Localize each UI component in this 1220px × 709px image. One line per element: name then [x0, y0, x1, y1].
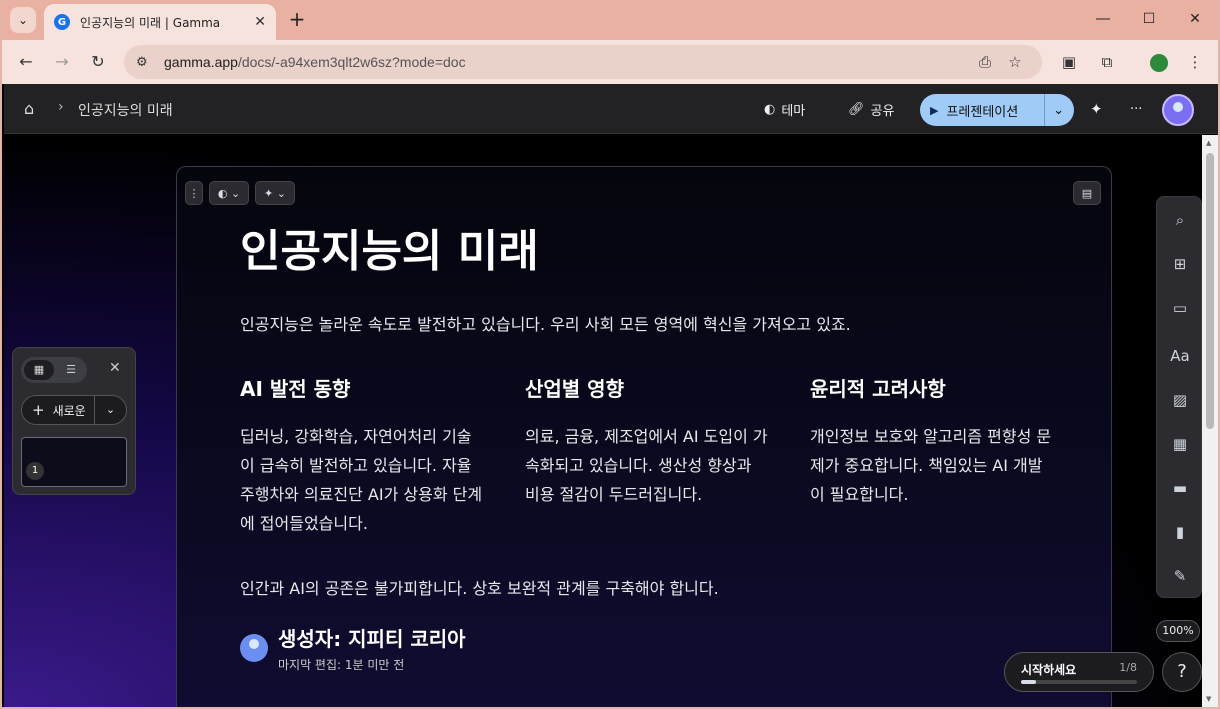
url-text[interactable]: gamma.app/docs/-a94xem3qlt2w6sz?mode=doc: [164, 54, 970, 70]
new-card-label: 새로운: [52, 403, 86, 418]
progress-fill: [1021, 680, 1036, 684]
help-button[interactable]: ?: [1162, 652, 1202, 692]
bookmark-star-icon[interactable]: ☆: [1000, 53, 1030, 71]
doc-canvas: ⋮ ◐ ⌄ ✦ ⌄ ▤ 인공지능의 미래 인공지능은 놀라운 속도로 발전하고 …: [4, 135, 1202, 707]
theme-label: 테마: [781, 103, 806, 119]
minimize-icon[interactable]: ―: [1080, 0, 1126, 38]
share-button[interactable]: 🔗︎ 공유: [848, 98, 894, 120]
progress-bar: [1021, 680, 1137, 684]
closing-text[interactable]: 인간과 AI의 공존은 불가피합니다. 상호 보완적 관계를 구축해야 합니다.: [240, 575, 719, 599]
new-card-button[interactable]: + 새로운 ⌄: [21, 395, 127, 425]
close-window-icon[interactable]: ✕: [1172, 0, 1218, 38]
intro-text[interactable]: 인공지능은 놀라운 속도로 발전하고 있습니다. 우리 사회 모든 영역에 혁신…: [240, 311, 851, 335]
column-body: 개인정보 보호와 알고리즘 편향성 문제가 중요합니다. 책임있는 AI 개발이…: [810, 427, 1052, 504]
column-body: 의료, 금융, 제조업에서 AI 도입이 가속화되고 있습니다. 생산성 향상과…: [525, 427, 768, 504]
card-style-button[interactable]: ◐ ⌄: [209, 181, 249, 205]
maximize-icon[interactable]: ☐: [1126, 0, 1172, 38]
present-button[interactable]: ▶ 프레젠테이션 ⌄: [920, 94, 1074, 126]
edit-form-icon[interactable]: ✎: [1157, 567, 1203, 585]
video-icon[interactable]: ▦: [1157, 435, 1203, 453]
profile-icon[interactable]: [1148, 51, 1170, 73]
thumbnail-view-icon[interactable]: ▦: [24, 360, 54, 380]
back-icon[interactable]: ←: [15, 51, 37, 73]
getting-started-label: 시작하세요: [1021, 663, 1077, 677]
browser-toolbar: ← → ↻ ⚙ gamma.app/docs/-a94xem3qlt2w6sz?…: [2, 40, 1218, 84]
extensions-puzzle-icon[interactable]: ⧉: [1096, 51, 1118, 73]
browser-window: ⌄ G 인공지능의 미래 | Gamma ✕ + ― ☐ ✕ ← → ↻ ⚙ g…: [0, 0, 1220, 709]
layout-icon[interactable]: ▭: [1157, 299, 1203, 317]
column-ai-trends[interactable]: AI 발전 동향 딥러닝, 강화학습, 자연어처리 기술이 급속히 발전하고 있…: [240, 373, 484, 538]
card-menu-icon[interactable]: ⋮: [185, 181, 203, 205]
thumbnail-number: 1: [26, 462, 44, 480]
author-block: 생성자: 지피티 코리아 마지막 편집: 1분 미만 전: [240, 623, 466, 673]
chevron-right-icon: ›: [58, 99, 64, 115]
new-tab-button[interactable]: +: [286, 8, 308, 30]
column-heading: AI 발전 동향: [240, 377, 351, 401]
text-format-icon[interactable]: Aa: [1157, 347, 1203, 365]
zoom-level[interactable]: 100%: [1156, 620, 1200, 642]
column-heading: 윤리적 고려사항: [810, 377, 946, 401]
scroll-up-icon[interactable]: ▲: [1206, 139, 1211, 147]
getting-started-widget[interactable]: 시작하세요 1/8: [1004, 652, 1154, 692]
extension-icon[interactable]: ▣: [1058, 51, 1080, 73]
card-panel: ▦ ☰ ✕ + 새로운 ⌄ 1: [12, 347, 136, 495]
gamma-favicon-icon: G: [54, 14, 70, 30]
right-toolbar: ⌕ ⊞ ▭ Aa ▨ ▦ ▬ ▮ ✎: [1156, 196, 1202, 598]
chart-icon[interactable]: ▮: [1157, 523, 1203, 541]
url-host: gamma.app: [164, 54, 238, 70]
close-tab-icon[interactable]: ✕: [254, 14, 266, 30]
play-icon: ▶: [930, 103, 939, 117]
more-icon[interactable]: ···: [1130, 98, 1142, 120]
card-ai-button[interactable]: ✦ ⌄: [255, 181, 295, 205]
tab-active[interactable]: G 인공지능의 미래 | Gamma ✕: [44, 4, 276, 40]
chevron-down-icon[interactable]: ⌄: [94, 396, 126, 424]
reload-icon[interactable]: ↻: [87, 51, 109, 73]
last-edit-text: 마지막 편집: 1분 미만 전: [278, 658, 405, 672]
page-title[interactable]: 인공지능의 미래: [240, 215, 539, 279]
address-bar[interactable]: ⚙ gamma.app/docs/-a94xem3qlt2w6sz?mode=d…: [124, 45, 1042, 79]
getting-started-count: 1/8: [1119, 661, 1137, 674]
breadcrumb[interactable]: 인공지능의 미래: [78, 100, 173, 120]
view-toggle: ▦ ☰: [21, 357, 87, 383]
theme-button[interactable]: ◐ 테마: [764, 98, 805, 120]
present-label: 프레젠테이션: [946, 104, 1019, 120]
tab-title: 인공지능의 미래 | Gamma: [80, 15, 221, 30]
card-thumbnail[interactable]: 1: [21, 437, 127, 487]
plus-icon: +: [32, 401, 45, 419]
ai-sparkle-icon[interactable]: ✦: [1090, 98, 1103, 120]
add-card-icon[interactable]: ⊞: [1157, 255, 1203, 273]
install-app-icon[interactable]: ⎙: [970, 53, 1000, 71]
close-panel-icon[interactable]: ✕: [109, 360, 121, 376]
site-settings-icon[interactable]: ⚙: [136, 55, 154, 70]
tab-strip: ⌄ G 인공지능의 미래 | Gamma ✕ + ― ☐ ✕: [2, 0, 1218, 40]
column-heading: 산업별 영향: [525, 377, 624, 401]
share-label: 공유: [870, 103, 895, 119]
column-ethics[interactable]: 윤리적 고려사항 개인정보 보호와 알고리즘 편향성 문제가 중요합니다. 책임…: [810, 373, 1054, 509]
palette-icon: ◐: [764, 101, 776, 117]
list-view-icon[interactable]: ☰: [57, 360, 85, 380]
column-body: 딥러닝, 강화학습, 자연어처리 기술이 급속히 발전하고 있습니다. 자율주행…: [240, 427, 483, 533]
scroll-down-icon[interactable]: ▼: [1206, 695, 1211, 703]
home-icon[interactable]: ⌂: [24, 99, 34, 118]
image-icon[interactable]: ▨: [1157, 391, 1203, 409]
scrollbar-thumb[interactable]: [1206, 153, 1214, 429]
tab-search-button[interactable]: ⌄: [10, 7, 36, 33]
browser-menu-icon[interactable]: ⋮: [1184, 51, 1206, 73]
chevron-down-icon[interactable]: ⌄: [1053, 103, 1064, 118]
link-icon: 🔗︎: [848, 101, 865, 117]
forward-icon[interactable]: →: [51, 51, 73, 73]
url-path: /docs/-a94xem3qlt2w6sz?mode=doc: [237, 54, 466, 70]
vertical-scrollbar[interactable]: ▲ ▼: [1202, 135, 1218, 707]
doc-card: ⋮ ◐ ⌄ ✦ ⌄ ▤ 인공지능의 미래 인공지능은 놀라운 속도로 발전하고 …: [176, 166, 1112, 707]
author-name: 생성자: 지피티 코리아: [278, 627, 466, 651]
card-notes-icon[interactable]: ▤: [1073, 181, 1101, 205]
author-avatar: [240, 634, 268, 662]
app-header: ⌂ › 인공지능의 미래 ◐ 테마 🔗︎ 공유 ▶ 프레젠테이션 ⌄ ✦ ···: [4, 84, 1218, 134]
user-avatar[interactable]: [1162, 94, 1194, 126]
column-industry-impact[interactable]: 산업별 영향 의료, 금융, 제조업에서 AI 도입이 가속화되고 있습니다. …: [525, 373, 769, 509]
search-icon[interactable]: ⌕: [1157, 211, 1203, 229]
embed-icon[interactable]: ▬: [1157, 479, 1203, 497]
